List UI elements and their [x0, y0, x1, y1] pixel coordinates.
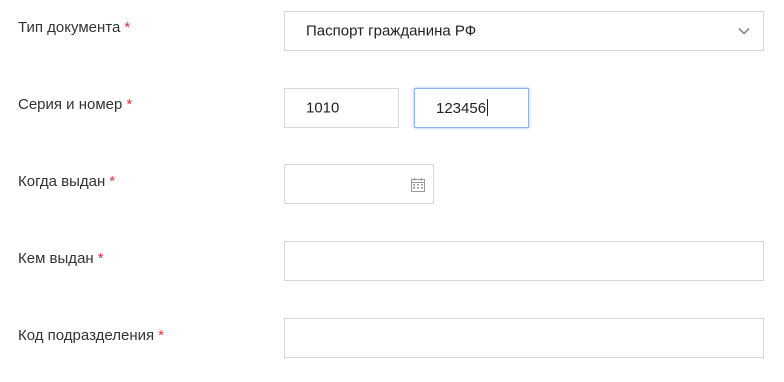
required-mark: *	[124, 19, 131, 36]
issue-date-input[interactable]	[284, 164, 434, 204]
passport-form: Тип документа * Паспорт гражданина РФ Сер…	[0, 0, 784, 382]
required-mark: *	[126, 96, 133, 113]
doc-type-label-text: Тип документа	[18, 19, 121, 36]
number-value: 123456	[436, 100, 487, 117]
required-mark: *	[97, 250, 104, 267]
issued-by-label-text: Кем выдан	[18, 250, 94, 267]
series-value: 1010	[306, 99, 340, 117]
doc-type-select[interactable]: Паспорт гражданина РФ	[284, 11, 764, 51]
issue-date-label-text: Когда выдан	[18, 173, 106, 190]
doc-type-value: Паспорт гражданина РФ	[306, 22, 477, 40]
series-number-label-text: Серия и номер	[18, 96, 123, 113]
division-code-label: Код подразделения *	[18, 327, 164, 344]
calendar-icon[interactable]	[410, 177, 426, 193]
chevron-down-icon	[738, 27, 750, 35]
required-mark: *	[109, 173, 116, 190]
doc-type-label: Тип документа *	[18, 19, 130, 36]
issued-by-input[interactable]	[284, 241, 764, 281]
text-caret	[487, 99, 489, 116]
series-number-label: Серия и номер *	[18, 96, 132, 113]
division-code-input[interactable]	[284, 318, 764, 358]
number-input[interactable]: 123456	[414, 88, 529, 128]
issued-by-label: Кем выдан *	[18, 250, 104, 267]
issue-date-label: Когда выдан *	[18, 173, 115, 190]
division-code-label-text: Код подразделения	[18, 327, 155, 344]
series-input[interactable]: 1010	[284, 88, 399, 128]
required-mark: *	[158, 327, 164, 344]
